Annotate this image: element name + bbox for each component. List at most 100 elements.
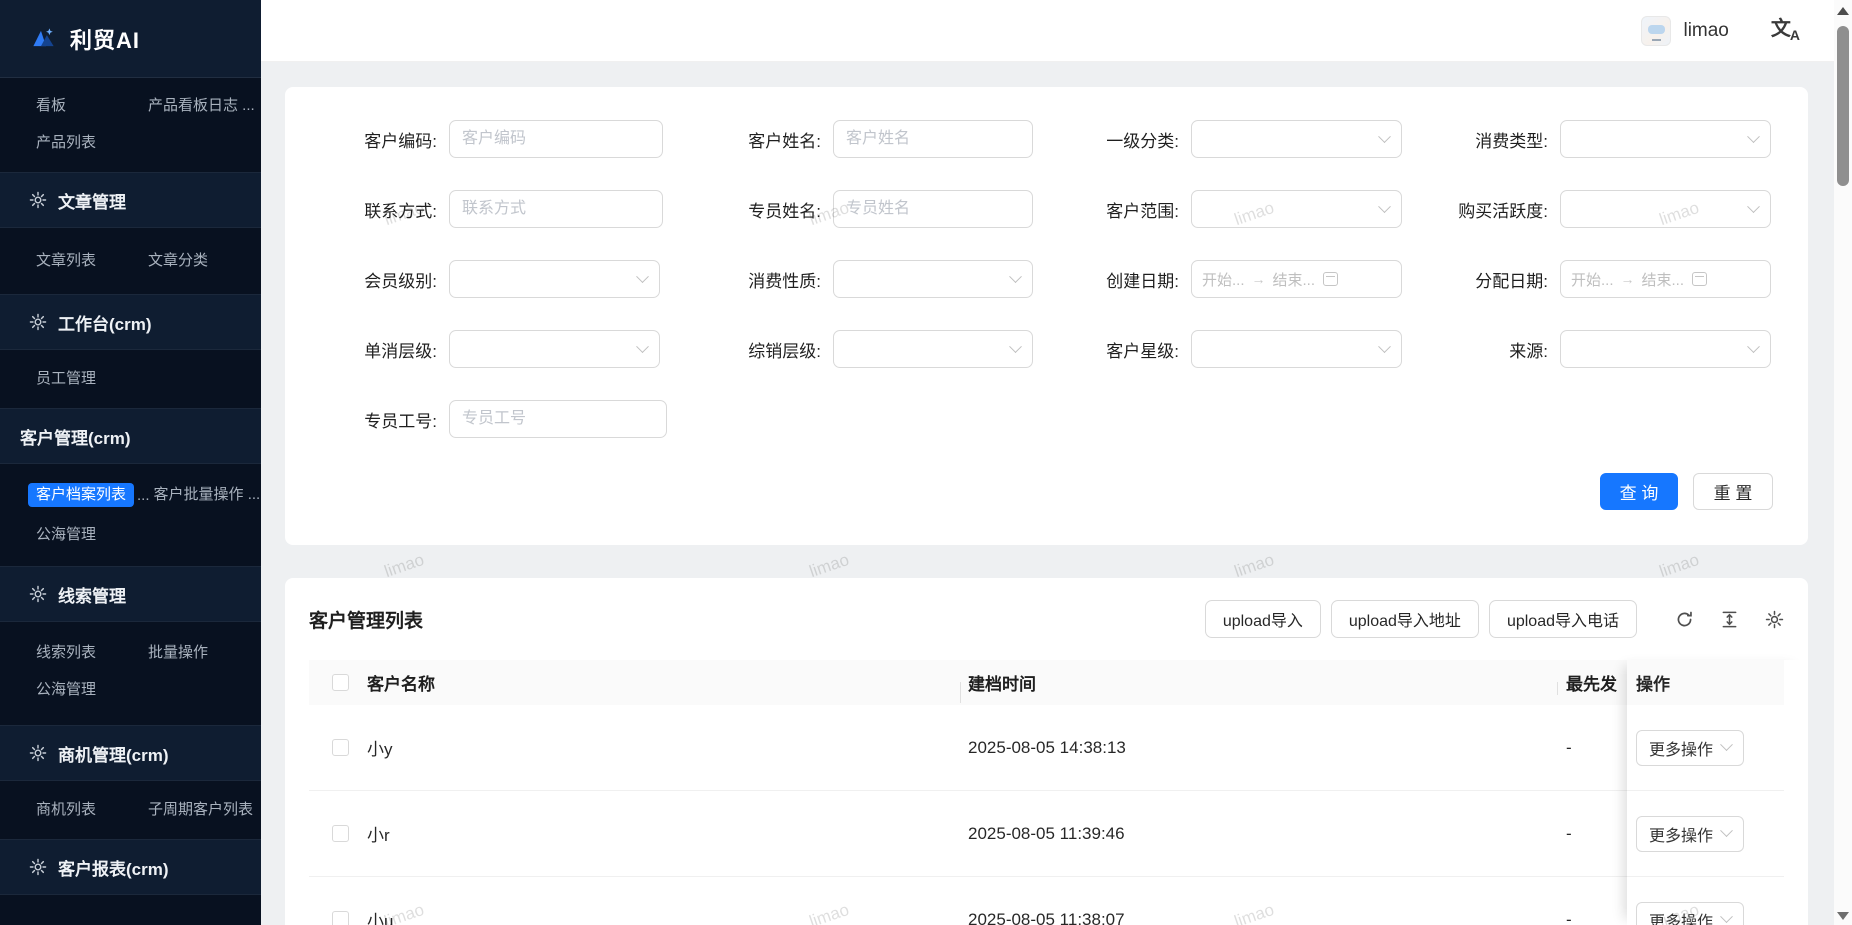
sidebar-section-leads[interactable]: 线索管理: [0, 566, 261, 622]
select-all-checkbox[interactable]: [332, 674, 349, 691]
sidebar-item-customer-public-sea[interactable]: 公海管理: [36, 526, 96, 543]
customer-star-select[interactable]: [1191, 330, 1402, 368]
app-title: 利贸AI: [70, 23, 140, 55]
combined-tier-select[interactable]: [833, 330, 1033, 368]
field-consume-type: 消费类型:: [1450, 120, 1771, 158]
scroll-up-arrow-icon[interactable]: [1837, 7, 1849, 15]
calendar-icon: [1323, 272, 1338, 286]
range-end-placeholder: 结束...: [1273, 269, 1316, 290]
sidebar-group-business: 商机列表 子周期客户列表: [0, 781, 261, 839]
sidebar-section-business[interactable]: 商机管理(crm): [0, 725, 261, 781]
field-label: 综销层级:: [711, 337, 833, 362]
more-actions-button[interactable]: 更多操作: [1636, 730, 1744, 766]
created-at-cell: 2025-08-05 14:38:13: [960, 738, 1557, 758]
chevron-down-icon: [1720, 824, 1733, 837]
field-assign-date: 分配日期: 开始... → 结束...: [1450, 260, 1771, 298]
field-member-level: 会员级别:: [345, 260, 663, 298]
field-customer-name: 客户姓名:: [711, 120, 1033, 158]
chevron-down-icon: [1747, 200, 1760, 213]
member-level-select[interactable]: [449, 260, 660, 298]
username[interactable]: limao: [1683, 20, 1728, 42]
sidebar-section-workbench[interactable]: 工作台(crm): [0, 294, 261, 350]
more-actions-label: 更多操作: [1649, 736, 1713, 760]
purchase-activity-select[interactable]: [1560, 190, 1771, 228]
sidebar-section-label: 客户报表(crm): [58, 855, 169, 880]
assign-date-range-picker[interactable]: 开始... → 结束...: [1560, 260, 1771, 298]
sidebar-section-label: 文章管理: [58, 188, 126, 213]
refresh-icon[interactable]: [1675, 610, 1694, 629]
column-header-name: 客户名称: [357, 670, 960, 695]
chevron-down-icon: [636, 270, 649, 283]
translate-icon[interactable]: 文A: [1771, 19, 1800, 42]
sidebar-item-kanban[interactable]: 看板: [36, 87, 148, 124]
column-settings-gear-icon[interactable]: [1765, 610, 1784, 629]
field-single-tier: 单消层级:: [345, 330, 663, 368]
sidebar-filler: [0, 895, 261, 925]
customer-code-input[interactable]: [449, 120, 663, 158]
consume-nature-select[interactable]: [833, 260, 1033, 298]
sidebar-item-lead-batch-ops[interactable]: 批量操作: [148, 634, 261, 671]
sidebar-section-article[interactable]: 文章管理: [0, 172, 261, 228]
contact-input[interactable]: [449, 190, 663, 228]
sidebar-item-product-list[interactable]: 产品列表: [36, 124, 148, 161]
sidebar-item-lead-public-sea[interactable]: 公海管理: [36, 671, 148, 708]
consume-type-select[interactable]: [1560, 120, 1771, 158]
app-logo-icon: [30, 25, 57, 52]
specialist-name-input[interactable]: [833, 190, 1033, 228]
row-checkbox[interactable]: [332, 911, 349, 925]
query-button[interactable]: 查 询: [1600, 473, 1678, 510]
range-end-placeholder: 结束...: [1642, 269, 1685, 290]
single-tier-select[interactable]: [449, 330, 660, 368]
vertical-scrollbar[interactable]: [1834, 0, 1852, 925]
gear-icon: [29, 191, 47, 209]
sidebar-item-subcycle-customer-list[interactable]: 子周期客户列表: [148, 791, 261, 828]
fixed-action-column: 操作 更多操作 更多操作 更多操作: [1627, 660, 1808, 925]
scroll-down-arrow-icon[interactable]: [1837, 912, 1849, 920]
topbar: limao 文A: [261, 0, 1834, 62]
sidebar-item-article-list[interactable]: 文章列表: [36, 242, 148, 279]
chevron-down-icon: [1747, 130, 1760, 143]
created-at-cell: 2025-08-05 11:38:07: [960, 910, 1557, 925]
field-customer-scope: 客户范围:: [1081, 190, 1402, 228]
upload-import-address-button[interactable]: upload导入地址: [1331, 600, 1479, 638]
field-label: 单消层级:: [345, 337, 449, 362]
specialist-id-input[interactable]: [449, 400, 667, 438]
user-avatar[interactable]: [1641, 16, 1671, 46]
create-date-range-picker[interactable]: 开始... → 结束...: [1191, 260, 1402, 298]
field-source: 来源:: [1450, 330, 1771, 368]
customer-name-cell: 小u: [357, 907, 960, 925]
sidebar-section-customer[interactable]: 客户管理(crm): [0, 408, 261, 464]
sidebar-item-employee-mgmt[interactable]: 员工管理: [36, 360, 148, 397]
sidebar-item-article-category[interactable]: 文章分类: [148, 242, 261, 279]
customer-name-input[interactable]: [833, 120, 1033, 158]
created-at-cell: 2025-08-05 11:39:46: [960, 824, 1557, 844]
field-create-date: 创建日期: 开始... → 结束...: [1081, 260, 1402, 298]
sidebar-item-lead-list[interactable]: 线索列表: [36, 634, 148, 671]
range-start-placeholder: 开始...: [1571, 269, 1614, 290]
sidebar-section-label: 线索管理: [58, 582, 126, 607]
sidebar-item-biz-list[interactable]: 商机列表: [36, 791, 148, 828]
sidebar-section-report[interactable]: 客户报表(crm): [0, 839, 261, 895]
sidebar-item-product-kanban-log[interactable]: 产品看板日志 ...: [148, 87, 261, 124]
row-checkbox[interactable]: [332, 825, 349, 842]
table-header-row: 客户名称 建档时间 最先发: [309, 660, 1784, 705]
sidebar-item-customer-archive-list-active[interactable]: 客户档案列表: [28, 483, 134, 507]
field-label: 专员姓名:: [711, 197, 833, 222]
upload-import-phone-button[interactable]: upload导入电话: [1489, 600, 1637, 638]
row-density-icon[interactable]: [1720, 610, 1739, 629]
scrollbar-thumb[interactable]: [1837, 26, 1849, 186]
customer-name-cell: 小y: [357, 735, 960, 760]
more-actions-button[interactable]: 更多操作: [1636, 902, 1744, 925]
field-label: 购买活跃度:: [1450, 197, 1560, 222]
list-title: 客户管理列表: [309, 606, 423, 633]
field-purchase-activity: 购买活跃度:: [1450, 190, 1771, 228]
customer-scope-select[interactable]: [1191, 190, 1402, 228]
upload-import-button[interactable]: upload导入: [1205, 600, 1321, 638]
reset-button[interactable]: 重 置: [1693, 473, 1773, 510]
level1-category-select[interactable]: [1191, 120, 1402, 158]
more-actions-button[interactable]: 更多操作: [1636, 816, 1744, 852]
row-checkbox[interactable]: [332, 739, 349, 756]
sidebar-item-customer-batch-ops[interactable]: 客户批量操作 ...: [154, 483, 261, 507]
field-label: 一级分类:: [1081, 127, 1191, 152]
source-select[interactable]: [1560, 330, 1771, 368]
